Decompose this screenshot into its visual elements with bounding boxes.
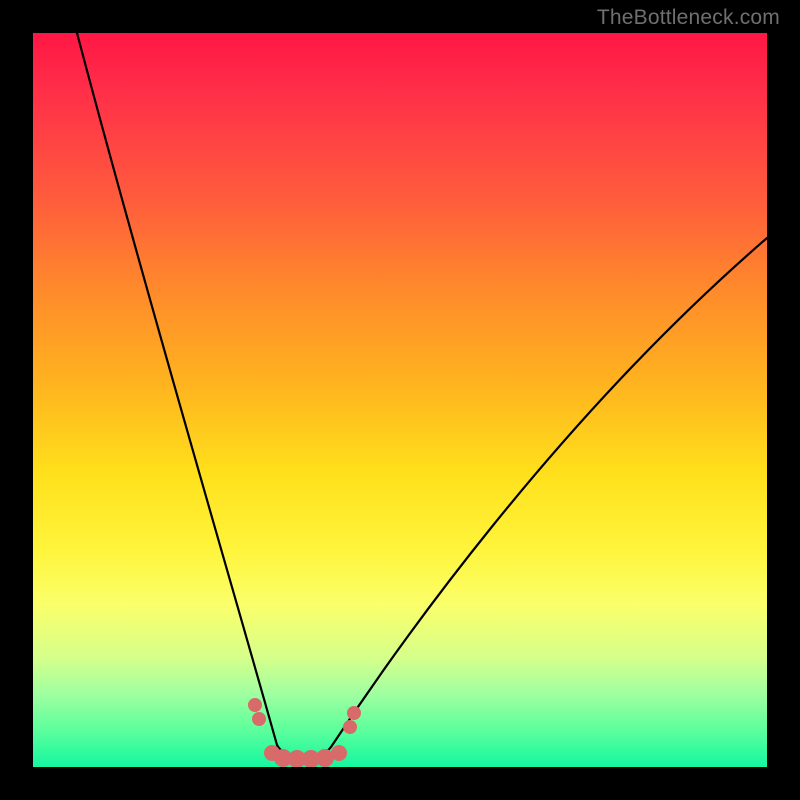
marker-group	[248, 698, 361, 767]
plot-area	[33, 33, 767, 767]
curve-path	[77, 33, 767, 757]
watermark-text: TheBottleneck.com	[597, 6, 780, 30]
chart-svg	[33, 33, 767, 767]
chart-frame: TheBottleneck.com	[0, 0, 800, 800]
